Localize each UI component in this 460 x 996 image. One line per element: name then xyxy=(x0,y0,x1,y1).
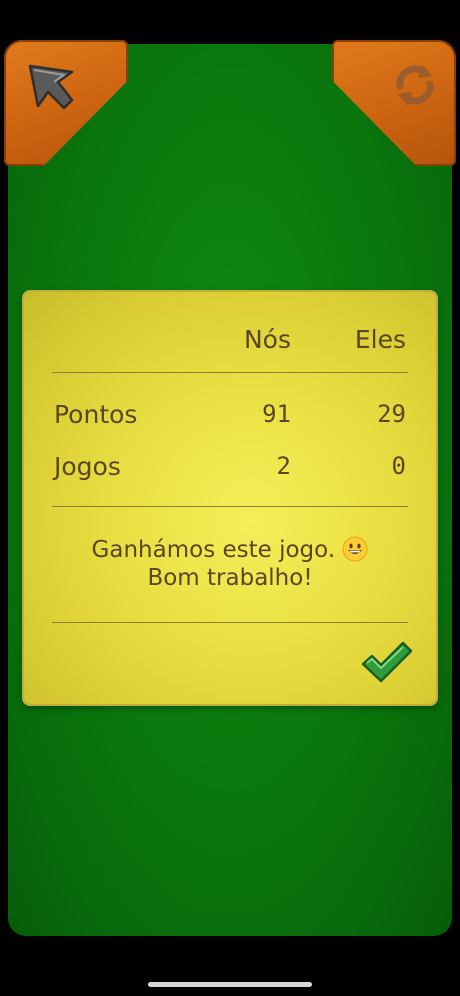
divider xyxy=(52,372,408,373)
games-us: 2 xyxy=(276,452,291,480)
result-message-line2: Bom trabalho! xyxy=(147,565,313,591)
row-label-games: Jogos xyxy=(54,452,121,481)
points-them: 29 xyxy=(377,400,406,428)
score-card: Nós Eles Pontos 91 29 Jogos 2 0 Ganhámos… xyxy=(24,292,436,704)
games-them: 0 xyxy=(391,452,406,480)
home-indicator[interactable] xyxy=(148,982,312,987)
column-header-us: Nós xyxy=(243,325,291,354)
arrow-up-left-icon xyxy=(28,64,74,110)
points-us: 91 xyxy=(262,400,291,428)
result-message: Ganhámos este jogo. Bom trabalho! xyxy=(24,536,436,592)
checkmark-icon[interactable] xyxy=(360,640,414,684)
game-screen: Nós Eles Pontos 91 29 Jogos 2 0 Ganhámos… xyxy=(0,0,460,996)
divider xyxy=(52,506,408,507)
grinning-face-icon xyxy=(342,536,368,562)
row-label-points: Pontos xyxy=(54,400,138,429)
divider xyxy=(52,622,408,623)
column-header-them: Eles xyxy=(354,325,406,354)
result-message-line1: Ganhámos este jogo. xyxy=(91,537,336,563)
refresh-icon xyxy=(396,64,434,106)
